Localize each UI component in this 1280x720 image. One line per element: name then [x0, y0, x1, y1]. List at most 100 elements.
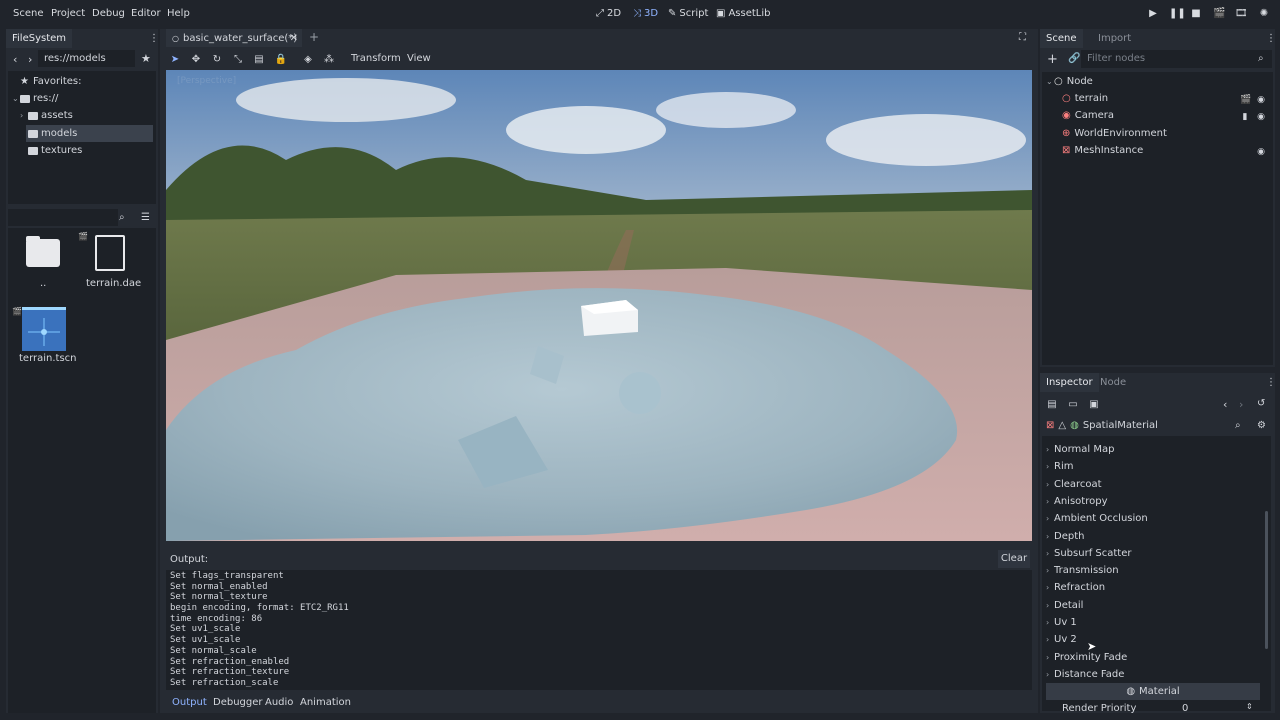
select-tool-icon[interactable]: ➤ — [169, 53, 181, 65]
inspector-section[interactable]: › Ambient Occlusion — [1046, 510, 1260, 527]
file-search-input[interactable] — [8, 209, 118, 226]
spinner-arrows-icon[interactable]: ⇕ — [1246, 702, 1252, 711]
filter-nodes-input[interactable]: Filter nodes — [1081, 50, 1272, 68]
output-log[interactable]: Set flags_transparent Set normal_enabled S… — [166, 570, 1032, 690]
tab-animation[interactable]: Animation — [300, 697, 351, 708]
inspector-scrollbar[interactable] — [1265, 511, 1268, 649]
forward-icon[interactable]: › — [28, 53, 32, 66]
menu-debug[interactable]: Debug — [92, 8, 125, 19]
tab-output[interactable]: Output — [172, 697, 207, 708]
clear-button[interactable]: Clear — [998, 550, 1030, 568]
search-icon[interactable]: ⌕ — [119, 212, 125, 223]
mode-script-button[interactable]: ✎ Script — [668, 8, 708, 19]
inspector-section[interactable]: › Detail — [1046, 597, 1260, 614]
back-icon[interactable]: ‹ — [13, 53, 17, 66]
history-back-icon[interactable]: ‹ — [1223, 398, 1227, 411]
favorites-row[interactable]: ★ Favorites: — [20, 73, 82, 90]
rotate-tool-icon[interactable]: ↻ — [211, 53, 223, 65]
play-custom-scene-icon[interactable]: 🎞 — [1235, 8, 1248, 20]
inspector-section[interactable]: › Refraction — [1046, 579, 1260, 596]
distraction-free-icon[interactable]: ⛶ — [1019, 32, 1026, 43]
menu-project[interactable]: Project — [51, 8, 85, 19]
scene-node-meshinstance[interactable]: ⊠ MeshInstance — [1062, 142, 1143, 159]
visibility-eye-icon[interactable]: ◉ — [1256, 95, 1266, 105]
play-scene-icon[interactable]: 🎬 — [1213, 8, 1225, 20]
tree-item-models[interactable]: models — [26, 125, 153, 142]
link-icon[interactable]: 🔗 — [1068, 53, 1080, 64]
tab-scene[interactable]: Scene — [1040, 29, 1083, 48]
lock-icon[interactable]: 🔒 — [275, 53, 287, 65]
mode-assetlib-button[interactable]: ▣ AssetLib — [716, 8, 770, 19]
inspector-section[interactable]: › Transmission — [1046, 562, 1260, 579]
menu-editor[interactable]: Editor — [131, 8, 161, 19]
visibility-eye-icon[interactable]: ◉ — [1256, 147, 1266, 157]
inspector-section[interactable]: › Proximity Fade — [1046, 649, 1260, 666]
play-icon[interactable]: ▶ — [1147, 8, 1159, 20]
menu-scene[interactable]: Scene — [13, 8, 44, 19]
inspector-section[interactable]: › Clearcoat — [1046, 476, 1260, 493]
resource-path[interactable]: ⊠ △ ◍ SpatialMaterial — [1046, 417, 1246, 434]
history-icon[interactable]: ↺ — [1257, 398, 1265, 409]
dock-menu-icon[interactable]: ⋮ — [1266, 33, 1276, 44]
mode-2d-button[interactable]: ⤢ 2D — [596, 8, 621, 19]
list-select-icon[interactable]: ▤ — [253, 53, 265, 65]
scene-tab[interactable]: ○ basic_water_surface(*) ✕ — [166, 29, 302, 47]
new-resource-icon[interactable]: ▤ — [1046, 398, 1058, 410]
save-resource-icon[interactable]: ▣ — [1088, 398, 1100, 410]
add-tab-icon[interactable]: + — [309, 30, 319, 44]
close-icon[interactable]: ✕ — [290, 33, 298, 44]
tree-item-assets[interactable]: › assets — [20, 107, 73, 124]
open-in-editor-icon[interactable]: 🎬 — [1240, 95, 1251, 105]
dock-menu-icon[interactable]: ⋮ — [1266, 377, 1276, 388]
3d-viewport[interactable]: [Perspective] — [166, 70, 1032, 541]
tab-audio[interactable]: Audio — [265, 697, 293, 708]
tree-item-textures[interactable]: textures — [28, 142, 82, 159]
inspector-section[interactable]: › Rim — [1046, 458, 1260, 475]
scene-node-root[interactable]: ⌄ ○ Node — [1046, 73, 1093, 90]
search-icon[interactable]: ⌕ — [1235, 420, 1241, 431]
scene-thumbnail-icon[interactable] — [22, 307, 66, 351]
tree-item-res[interactable]: ⌄ res:// — [12, 90, 58, 107]
scene-node-camera[interactable]: ◉ Camera — [1062, 107, 1114, 124]
local-space-icon[interactable]: ◈ — [302, 53, 314, 65]
menu-help[interactable]: Help — [167, 8, 190, 19]
inspector-section[interactable]: › Depth — [1046, 528, 1260, 545]
scale-tool-icon[interactable]: ⤡ — [232, 53, 244, 65]
tab-debugger[interactable]: Debugger — [213, 697, 263, 708]
inspector-section[interactable]: › Uv 2 — [1046, 631, 1260, 648]
viewport-label[interactable]: [Perspective] — [177, 76, 236, 86]
inspector-section[interactable]: › Uv 1 — [1046, 614, 1260, 631]
visibility-eye-icon[interactable]: ◉ — [1256, 112, 1266, 122]
tab-import[interactable]: Import — [1092, 29, 1137, 48]
scene-node-terrain[interactable]: ○ terrain — [1062, 90, 1108, 107]
scene-node-worldenvironment[interactable]: ⊕ WorldEnvironment — [1062, 125, 1167, 142]
stop-icon[interactable]: ■ — [1190, 8, 1202, 20]
search-icon[interactable]: ⌕ — [1258, 53, 1264, 64]
tab-node[interactable]: Node — [1094, 373, 1132, 392]
list-view-icon[interactable]: ☰ — [141, 212, 150, 223]
snap-icon[interactable]: ⁂ — [323, 53, 335, 65]
add-node-icon[interactable]: + — [1047, 52, 1058, 67]
path-field[interactable]: res://models — [38, 50, 135, 67]
pause-icon[interactable]: ❚❚ — [1169, 8, 1186, 20]
inspector-section[interactable]: › Subsurf Scatter — [1046, 545, 1260, 562]
transform-menu[interactable]: Transform — [351, 53, 401, 64]
inspector-section[interactable]: › Anisotropy — [1046, 493, 1260, 510]
script-attached-icon[interactable]: ▮ — [1240, 112, 1250, 122]
mode-3d-button[interactable]: ⤨ 3D — [633, 8, 658, 19]
favorite-star-icon[interactable]: ★ — [141, 52, 151, 65]
load-resource-icon[interactable]: ▭ — [1067, 398, 1079, 410]
tab-filesystem[interactable]: FileSystem — [6, 29, 73, 48]
dock-menu-icon[interactable]: ⋮ — [149, 33, 159, 44]
render-priority-value[interactable]: 0 — [1182, 703, 1188, 714]
material-section-header[interactable]: ◍ Material — [1046, 683, 1260, 700]
move-tool-icon[interactable]: ✥ — [190, 53, 202, 65]
object-properties-icon[interactable]: ⚙ — [1257, 420, 1266, 431]
folder-icon[interactable] — [26, 239, 60, 267]
file-icon[interactable] — [95, 235, 125, 271]
view-menu[interactable]: View — [407, 53, 431, 64]
inspector-section[interactable]: › Distance Fade — [1046, 666, 1260, 683]
tab-inspector[interactable]: Inspector — [1040, 373, 1099, 392]
inspector-section[interactable]: › Normal Map — [1046, 441, 1260, 458]
history-forward-icon[interactable]: › — [1239, 398, 1243, 411]
